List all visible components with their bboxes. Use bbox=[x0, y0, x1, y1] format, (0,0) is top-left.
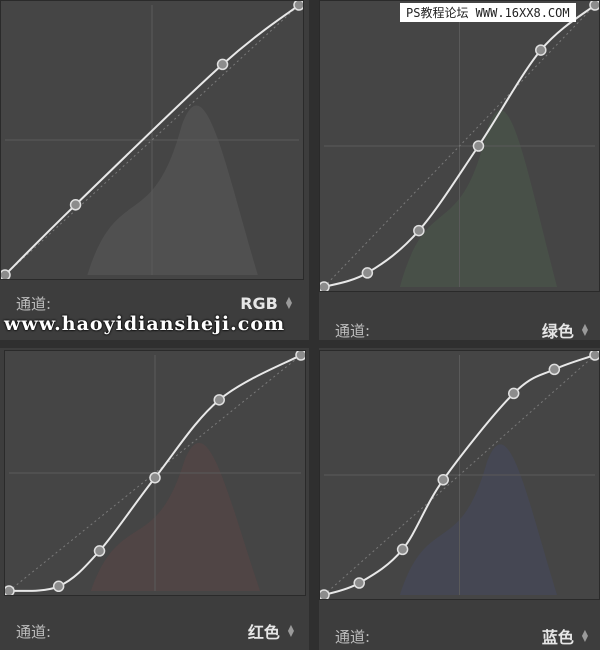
channel-value: 绿色 bbox=[541, 322, 574, 341]
curve-control-point bbox=[5, 585, 15, 595]
curve-control-point bbox=[320, 589, 330, 599]
curves-panel-green: 通道: 绿色 ▲ ▼ bbox=[319, 0, 600, 342]
curves-panel-blue: 通道: 蓝色 ▲ ▼ bbox=[319, 348, 600, 650]
histogram-area bbox=[399, 110, 558, 287]
panel-divider-vertical bbox=[309, 0, 319, 650]
curves-panel-rgb: 通道: RGB ▲ ▼ bbox=[0, 0, 309, 340]
curve-graph[interactable] bbox=[4, 350, 306, 596]
curve-control-point bbox=[535, 44, 547, 56]
curve-control-point bbox=[353, 577, 365, 589]
channel-value: 蓝色 bbox=[541, 628, 574, 647]
histogram-area bbox=[90, 442, 261, 591]
channel-select[interactable]: 蓝色 ▲ ▼ bbox=[542, 624, 588, 648]
curve-control-point bbox=[293, 1, 303, 11]
channel-select[interactable]: RGB ▲ ▼ bbox=[240, 294, 292, 313]
histogram-area bbox=[87, 105, 258, 275]
curve-control-point bbox=[437, 474, 449, 486]
curve-control-point bbox=[589, 1, 599, 11]
curve-canvas[interactable] bbox=[1, 1, 303, 279]
up-down-arrows-icon: ▲ ▼ bbox=[287, 623, 294, 638]
curve-canvas[interactable] bbox=[320, 1, 599, 291]
watermark-mid: www.haoyidiansheji.com bbox=[4, 313, 286, 335]
channel-label: 通道: bbox=[335, 321, 371, 340]
curve-control-point bbox=[69, 199, 82, 211]
curves-panel-red: 通道: 红色 ▲ ▼ bbox=[0, 348, 309, 650]
channel-label: 通道: bbox=[335, 627, 371, 646]
curve-control-point bbox=[548, 363, 561, 376]
curve-control-point bbox=[295, 351, 305, 361]
watermark-top: PS教程论坛 WWW.16XX8.COM bbox=[400, 3, 576, 22]
curve-control-point bbox=[149, 471, 161, 484]
curve-control-point bbox=[216, 58, 229, 71]
curve-graph[interactable] bbox=[319, 0, 600, 292]
up-down-arrows-icon: ▲ ▼ bbox=[581, 322, 588, 337]
channel-select[interactable]: 红色 ▲ ▼ bbox=[248, 619, 294, 643]
channel-value: RGB bbox=[240, 293, 278, 313]
curve-control-point bbox=[213, 394, 225, 406]
channel-row: 通道: 蓝色 ▲ ▼ bbox=[319, 623, 600, 649]
curve-control-point bbox=[507, 387, 520, 400]
curve-control-point bbox=[472, 140, 485, 152]
curve-control-point bbox=[52, 580, 65, 593]
curve-control-point bbox=[589, 351, 599, 361]
histogram-area bbox=[399, 444, 558, 595]
up-down-arrows-icon: ▲ ▼ bbox=[285, 295, 292, 310]
channel-label: 通道: bbox=[16, 294, 52, 313]
curve-canvas[interactable] bbox=[320, 351, 599, 599]
curve-graph[interactable] bbox=[0, 0, 304, 280]
channel-label: 通道: bbox=[16, 622, 52, 641]
curve-control-point bbox=[1, 269, 11, 279]
curve-canvas[interactable] bbox=[5, 351, 305, 595]
up-down-arrows-icon: ▲ ▼ bbox=[581, 628, 588, 643]
curve-control-point bbox=[320, 281, 330, 291]
panel-divider-horizontal bbox=[0, 340, 600, 348]
curve-control-point bbox=[396, 543, 409, 556]
curve-control-point bbox=[361, 267, 374, 279]
curve-control-point bbox=[93, 545, 106, 557]
channel-select[interactable]: 绿色 ▲ ▼ bbox=[542, 318, 588, 342]
curve-graph[interactable] bbox=[319, 350, 600, 600]
channel-row: 通道: 红色 ▲ ▼ bbox=[0, 618, 306, 644]
curve-control-point bbox=[413, 224, 425, 237]
channel-value: 红色 bbox=[247, 623, 280, 642]
